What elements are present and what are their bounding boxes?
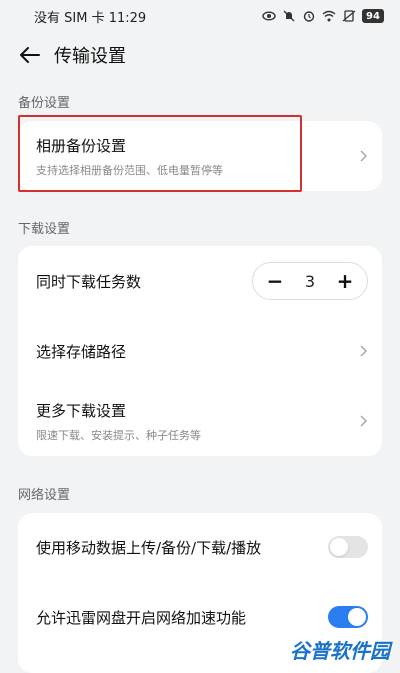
storage-path-row[interactable]: 选择存储路径 [18, 318, 382, 384]
album-backup-text: 相册备份设置 支持选择相册备份范围、低电量暂停等 [36, 135, 223, 178]
status-bar: 没有 SIM 卡 11:29 94 [0, 0, 400, 32]
toggle-knob [348, 608, 366, 626]
page-title: 传输设置 [54, 46, 126, 67]
header: 传输设置 [0, 38, 400, 72]
download-card: 同时下载任务数 − 3 + 选择存储路径 更多下载设置 限速下载、安装提示、种子… [18, 246, 382, 456]
decrement-button[interactable]: − [263, 269, 287, 293]
more-download-sub: 限速下载、安装提示、种子任务等 [36, 428, 201, 442]
mobile-data-row: 使用移动数据上传/备份/下载/播放 [18, 513, 382, 581]
section-title-backup: 备份设置 [18, 96, 71, 111]
back-arrow-icon [20, 47, 40, 63]
acceleration-toggle[interactable] [328, 606, 368, 628]
concurrent-tasks-row: 同时下载任务数 − 3 + [18, 246, 382, 316]
album-backup-sub: 支持选择相册备份范围、低电量暂停等 [36, 163, 223, 177]
watermark-logo: 谷普软件园 [290, 639, 390, 663]
carrier-time: 没有 SIM 卡 11:29 [34, 10, 147, 26]
concurrent-tasks-stepper: − 3 + [252, 262, 368, 300]
mobile-data-label: 使用移动数据上传/备份/下载/播放 [36, 538, 262, 557]
back-button[interactable] [8, 38, 52, 72]
acceleration-label: 允许迅雷网盘开启网络加速功能 [36, 608, 247, 627]
alarm-icon [303, 11, 315, 22]
section-title-network: 网络设置 [18, 488, 71, 503]
toggle-knob [330, 538, 348, 556]
backup-card: 相册备份设置 支持选择相册备份范围、低电量暂停等 [18, 121, 382, 191]
mute-bell-icon [283, 10, 295, 22]
mobile-data-toggle[interactable] [328, 536, 368, 558]
album-backup-row[interactable]: 相册备份设置 支持选择相册备份范围、低电量暂停等 [18, 121, 382, 191]
eye-icon [262, 11, 276, 21]
chevron-right-icon [360, 415, 368, 427]
album-backup-label: 相册备份设置 [36, 136, 127, 155]
concurrent-tasks-label: 同时下载任务数 [36, 272, 142, 291]
increment-button[interactable]: + [333, 269, 357, 293]
more-download-text: 更多下载设置 限速下载、安装提示、种子任务等 [36, 400, 201, 443]
storage-path-label: 选择存储路径 [36, 342, 127, 361]
more-download-label: 更多下载设置 [36, 401, 127, 420]
chevron-right-icon [360, 150, 368, 162]
section-title-download: 下载设置 [18, 222, 71, 237]
wifi-icon [322, 10, 336, 22]
no-sim-icon [342, 10, 356, 22]
battery-indicator: 94 [362, 9, 384, 23]
status-left: 没有 SIM 卡 11:29 [34, 7, 146, 26]
chevron-right-icon [360, 345, 368, 357]
stepper-value: 3 [304, 271, 316, 291]
status-right: 94 [262, 9, 384, 23]
more-download-row[interactable]: 更多下载设置 限速下载、安装提示、种子任务等 [18, 386, 382, 456]
